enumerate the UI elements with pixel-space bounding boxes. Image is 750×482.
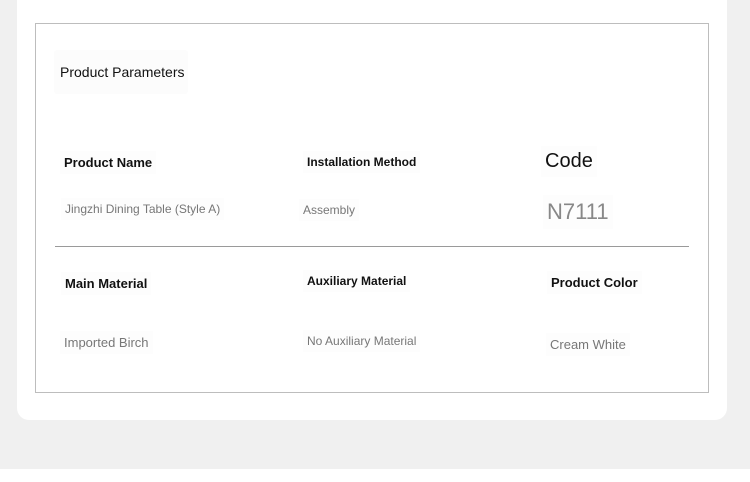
section-title: Product Parameters <box>54 50 188 94</box>
auxiliary-material-label: Auxiliary Material <box>303 270 411 292</box>
code-value: N7111 <box>543 195 613 229</box>
main-material-label: Main Material <box>61 272 152 295</box>
auxiliary-material-value: No Auxiliary Material <box>303 330 421 352</box>
code-label: Code <box>541 146 597 177</box>
installation-method-value: Assembly <box>299 199 360 221</box>
product-parameters-panel: Product Parameters Product Name Jingzhi … <box>35 23 709 393</box>
product-color-label: Product Color <box>547 271 642 294</box>
row-divider <box>55 246 689 247</box>
product-name-label: Product Name <box>60 151 157 174</box>
product-name-value: Jingzhi Dining Table (Style A) <box>61 198 225 220</box>
main-material-value: Imported Birch <box>60 331 153 354</box>
product-color-value: Cream White <box>546 333 630 356</box>
installation-method-label: Installation Method <box>303 151 421 173</box>
